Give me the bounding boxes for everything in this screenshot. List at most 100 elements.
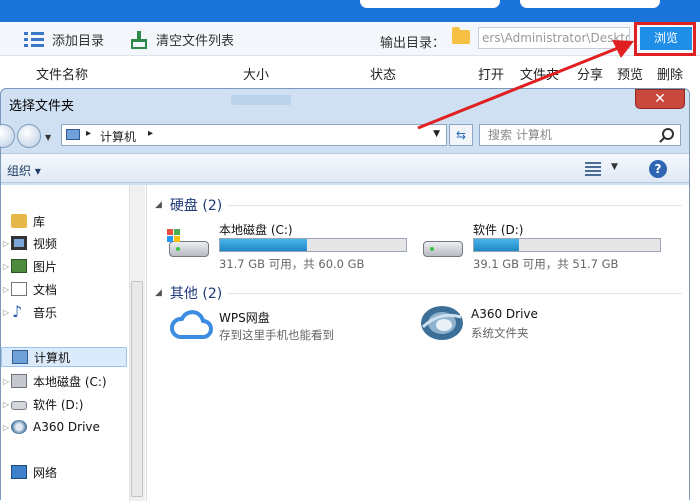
expander-icon[interactable]: ▷ <box>1 308 11 317</box>
group-label: 硬盘 (2) <box>169 198 223 214</box>
title-bar-field <box>360 0 500 8</box>
expander-icon[interactable]: ▷ <box>1 262 11 271</box>
view-options-icon[interactable] <box>585 162 601 176</box>
column-filename[interactable]: 文件名称 <box>36 64 88 83</box>
group-label: 其他 (2) <box>169 286 223 302</box>
column-size[interactable]: 大小 <box>243 64 269 83</box>
drive-name: 软件 (D:) <box>473 223 524 237</box>
nav-buttons: ▼ <box>0 123 59 149</box>
collapse-icon[interactable]: ◢ <box>155 288 162 298</box>
a360-icon <box>421 306 463 340</box>
nav-item-software-d[interactable]: ▷ 软件 (D:) <box>1 394 127 414</box>
drive-usage-bar <box>473 238 661 252</box>
documents-icon <box>11 282 27 296</box>
group-divider <box>227 205 682 206</box>
clear-file-list-button[interactable]: 清空文件列表 <box>130 30 234 49</box>
view-dropdown-icon[interactable]: ▼ <box>611 162 618 172</box>
forward-button[interactable] <box>17 124 41 148</box>
music-icon <box>11 302 27 321</box>
nav-item-computer[interactable]: 计算机 <box>1 347 127 367</box>
clear-file-list-label: 清空文件列表 <box>156 34 235 49</box>
search-icon <box>662 128 674 140</box>
nav-item-label: 网络 <box>33 465 58 480</box>
search-input[interactable]: 搜索 计算机 <box>479 124 681 146</box>
breadcrumb-separator[interactable]: ▸ <box>148 128 153 139</box>
breadcrumb-computer[interactable]: 计算机 <box>100 128 136 145</box>
hard-drive-icon <box>421 229 465 259</box>
column-share[interactable]: 分享 <box>577 64 603 83</box>
a360-icon <box>11 420 27 434</box>
nav-item-music[interactable]: ▷ 音乐 <box>1 302 127 322</box>
drive-free-space: 31.7 GB 可用，共 60.0 GB <box>219 257 365 271</box>
close-icon: ✕ <box>654 91 666 107</box>
breadcrumb-separator[interactable]: ▸ <box>86 128 91 139</box>
item-name: WPS网盘 <box>219 311 270 325</box>
browse-button[interactable]: 浏览 <box>640 27 692 50</box>
nav-item-documents[interactable]: ▷ 文档 <box>1 279 127 299</box>
recent-dropdown-icon[interactable]: ▼ <box>45 133 51 142</box>
expander-icon[interactable]: ▷ <box>1 239 11 248</box>
refresh-button[interactable]: ⇆ <box>449 124 473 146</box>
expander-icon[interactable]: ▷ <box>1 400 11 409</box>
nav-item-label: 视频 <box>33 236 58 251</box>
address-row: ▼ ▸ 计算机 ▸ ▼ ⇆ 搜索 计算机 <box>0 119 689 151</box>
item-name: A360 Drive <box>471 307 538 321</box>
folder-icon <box>452 27 470 44</box>
drive-d[interactable]: 软件 (D:) 39.1 GB 可用，共 51.7 GB <box>421 221 671 271</box>
group-header-other[interactable]: ◢ 其他 (2) <box>155 283 222 303</box>
nav-item-local-disk-c[interactable]: ▷ 本地磁盘 (C:) <box>1 371 127 391</box>
title-bar-field <box>520 0 660 8</box>
windows-logo-icon <box>167 229 181 243</box>
title-bar-ghost <box>231 95 291 105</box>
address-bar[interactable]: ▸ 计算机 ▸ ▼ <box>61 124 447 146</box>
back-button[interactable] <box>0 124 15 148</box>
collapse-icon[interactable]: ◢ <box>155 200 162 210</box>
nav-item-videos[interactable]: ▷ 视频 <box>1 233 127 253</box>
drive-free-space: 39.1 GB 可用，共 51.7 GB <box>473 257 619 271</box>
address-dropdown-icon[interactable]: ▼ <box>433 129 440 139</box>
file-list-header: 文件名称 大小 状态 打开 文件夹 分享 预览 删除 <box>0 56 700 86</box>
network-icon <box>11 465 27 479</box>
clear-icon <box>130 30 148 49</box>
column-delete[interactable]: 删除 <box>657 64 683 83</box>
nav-item-label: 本地磁盘 (C:) <box>33 374 107 389</box>
command-bar: 组织 ▾ ▼ ? <box>1 153 689 183</box>
group-header-hard-disks[interactable]: ◢ 硬盘 (2) <box>155 195 222 215</box>
wps-cloud-item[interactable]: WPS网盘 存到这里手机也能看到 <box>167 305 417 349</box>
nav-item-a360[interactable]: ▷ A360 Drive <box>1 417 127 437</box>
a360-drive-item[interactable]: A360 Drive 系统文件夹 <box>419 303 669 347</box>
output-directory-label: 输出目录： <box>380 36 446 51</box>
nav-item-label: 音乐 <box>33 305 58 320</box>
nav-item-label: A360 Drive <box>33 420 100 434</box>
column-status[interactable]: 状态 <box>370 64 396 83</box>
add-directory-button[interactable]: 添加目录 <box>24 30 104 49</box>
nav-item-label: 库 <box>33 214 46 229</box>
app-title-bar <box>0 0 700 22</box>
search-placeholder: 搜索 计算机 <box>488 128 552 142</box>
nav-item-network[interactable]: 网络 <box>1 462 127 482</box>
computer-icon <box>12 350 28 364</box>
select-folder-dialog: 选择文件夹 ✕ ▼ ▸ 计算机 ▸ ▼ ⇆ 搜索 计算机 组织 ▾ ▼ ? 库 … <box>0 88 690 501</box>
nav-item-pictures[interactable]: ▷ 图片 <box>1 256 127 276</box>
refresh-icon: ⇆ <box>455 128 467 142</box>
drive-usage-fill <box>220 239 308 251</box>
output-path-field[interactable]: ers\Administrator\Desktop <box>478 27 630 49</box>
drive-usage-fill <box>474 239 519 251</box>
close-button[interactable]: ✕ <box>635 89 685 109</box>
expander-icon[interactable]: ▷ <box>1 285 11 294</box>
group-divider <box>227 293 682 294</box>
column-folder[interactable]: 文件夹 <box>520 64 559 83</box>
organize-menu[interactable]: 组织 ▾ <box>7 162 41 179</box>
drive-c[interactable]: 本地磁盘 (C:) 31.7 GB 可用，共 60.0 GB <box>167 221 417 271</box>
expander-icon[interactable]: ▷ <box>1 423 11 432</box>
nav-scrollbar-thumb[interactable] <box>131 281 143 497</box>
dialog-title: 选择文件夹 <box>9 99 75 114</box>
hard-drive-icon <box>167 229 211 259</box>
video-icon <box>11 236 27 250</box>
expander-icon[interactable]: ▷ <box>1 377 11 386</box>
column-open[interactable]: 打开 <box>478 64 504 83</box>
help-icon[interactable]: ? <box>649 160 667 178</box>
nav-item-library[interactable]: 库 <box>1 211 127 231</box>
column-preview[interactable]: 预览 <box>617 64 643 83</box>
drive-name: 本地磁盘 (C:) <box>219 223 293 237</box>
